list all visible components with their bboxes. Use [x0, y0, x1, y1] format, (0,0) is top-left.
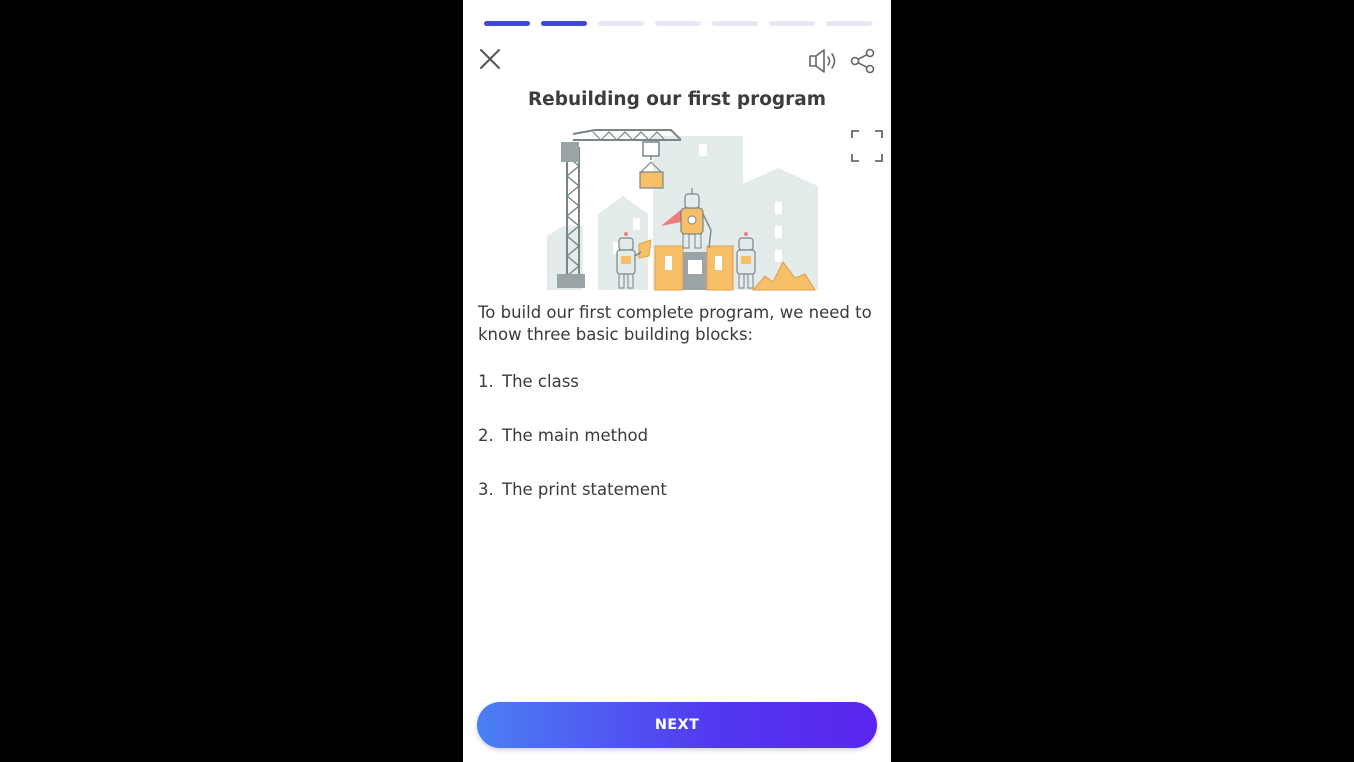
lesson-title: Rebuilding our first program	[527, 89, 827, 110]
list-item-text: The main method	[502, 426, 649, 445]
list-item: 1. The class	[478, 372, 579, 391]
progress-segment	[598, 21, 644, 26]
progress-segment	[826, 21, 872, 26]
share-icon[interactable]	[849, 47, 877, 75]
close-icon[interactable]	[477, 45, 503, 73]
lesson-intro-text: To build our first complete program, we …	[478, 303, 872, 344]
speaker-icon[interactable]	[807, 46, 839, 76]
robots-building-city-illustration	[543, 126, 823, 292]
progress-segment-complete	[541, 21, 587, 26]
next-button[interactable]: NEXT	[477, 702, 877, 748]
list-item-text: The print statement	[502, 480, 667, 499]
progress-segment	[769, 21, 815, 26]
fullscreen-icon[interactable]	[850, 129, 884, 163]
list-item: 3. The print statement	[478, 480, 667, 499]
lesson-screen: Rebuilding our first program To build ou…	[463, 0, 891, 762]
list-item-number: 1.	[478, 372, 494, 391]
list-item-number: 2.	[478, 426, 494, 445]
list-item-number: 3.	[478, 480, 494, 499]
list-item-text: The class	[502, 372, 579, 391]
list-item: 2. The main method	[478, 426, 648, 445]
progress-segment-complete	[484, 21, 530, 26]
progress-bar	[484, 21, 872, 26]
progress-segment	[655, 21, 701, 26]
progress-segment	[712, 21, 758, 26]
